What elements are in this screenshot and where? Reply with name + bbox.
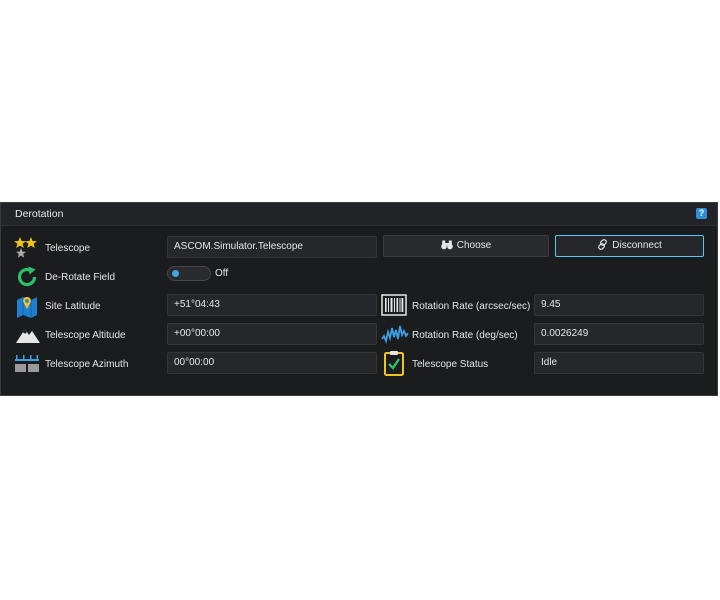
waveform-icon	[381, 322, 409, 346]
derotate-label: De-Rotate Field	[45, 272, 116, 283]
site-latitude-label: Site Latitude	[45, 301, 101, 312]
site-latitude-field: +51°04:43	[167, 294, 377, 316]
link-icon	[598, 239, 608, 250]
telescope-azimuth-field: 00°00:00	[167, 352, 377, 374]
rotation-rate-arcsec-label: Rotation Rate (arcsec/sec)	[412, 301, 531, 312]
rotate-icon	[15, 265, 39, 289]
barcode-icon	[381, 293, 407, 317]
derotation-panel: Derotation ? Telescope ASCOM.Simulator.T…	[0, 202, 718, 396]
rotation-rate-deg-field: 0.0026249	[534, 323, 704, 345]
panel-title: Derotation	[15, 208, 64, 220]
telescope-azimuth-label: Telescope Azimuth	[45, 359, 129, 370]
telescope-name-field: ASCOM.Simulator.Telescope	[167, 236, 377, 258]
telescope-altitude-label: Telescope Altitude	[45, 330, 126, 341]
disconnect-button[interactable]: Disconnect	[555, 235, 704, 257]
mountain-icon	[15, 323, 40, 347]
telescope-status-field: Idle	[534, 352, 704, 374]
telescope-label: Telescope	[45, 243, 91, 254]
toggle-knob	[172, 270, 179, 277]
derotate-toggle[interactable]	[167, 266, 211, 281]
panel-header: Derotation ?	[1, 203, 717, 226]
disconnect-label: Disconnect	[612, 240, 662, 251]
derotate-state: Off	[215, 268, 229, 279]
map-pin-icon	[15, 294, 39, 318]
telescope-altitude-field: +00°00:00	[167, 323, 377, 345]
rotation-rate-deg-label: Rotation Rate (deg/sec)	[412, 330, 518, 341]
rotation-rate-arcsec-field: 9.45	[534, 294, 704, 316]
stars-icon	[14, 236, 38, 260]
binoculars-icon	[440, 240, 453, 250]
help-icon[interactable]: ?	[696, 208, 707, 219]
choose-label: Choose	[456, 240, 492, 251]
clipboard-check-icon	[382, 350, 406, 376]
telescope-status-label: Telescope Status	[412, 359, 489, 370]
azimuth-ruler-icon	[14, 352, 39, 376]
choose-button[interactable]: Choose	[383, 235, 549, 257]
